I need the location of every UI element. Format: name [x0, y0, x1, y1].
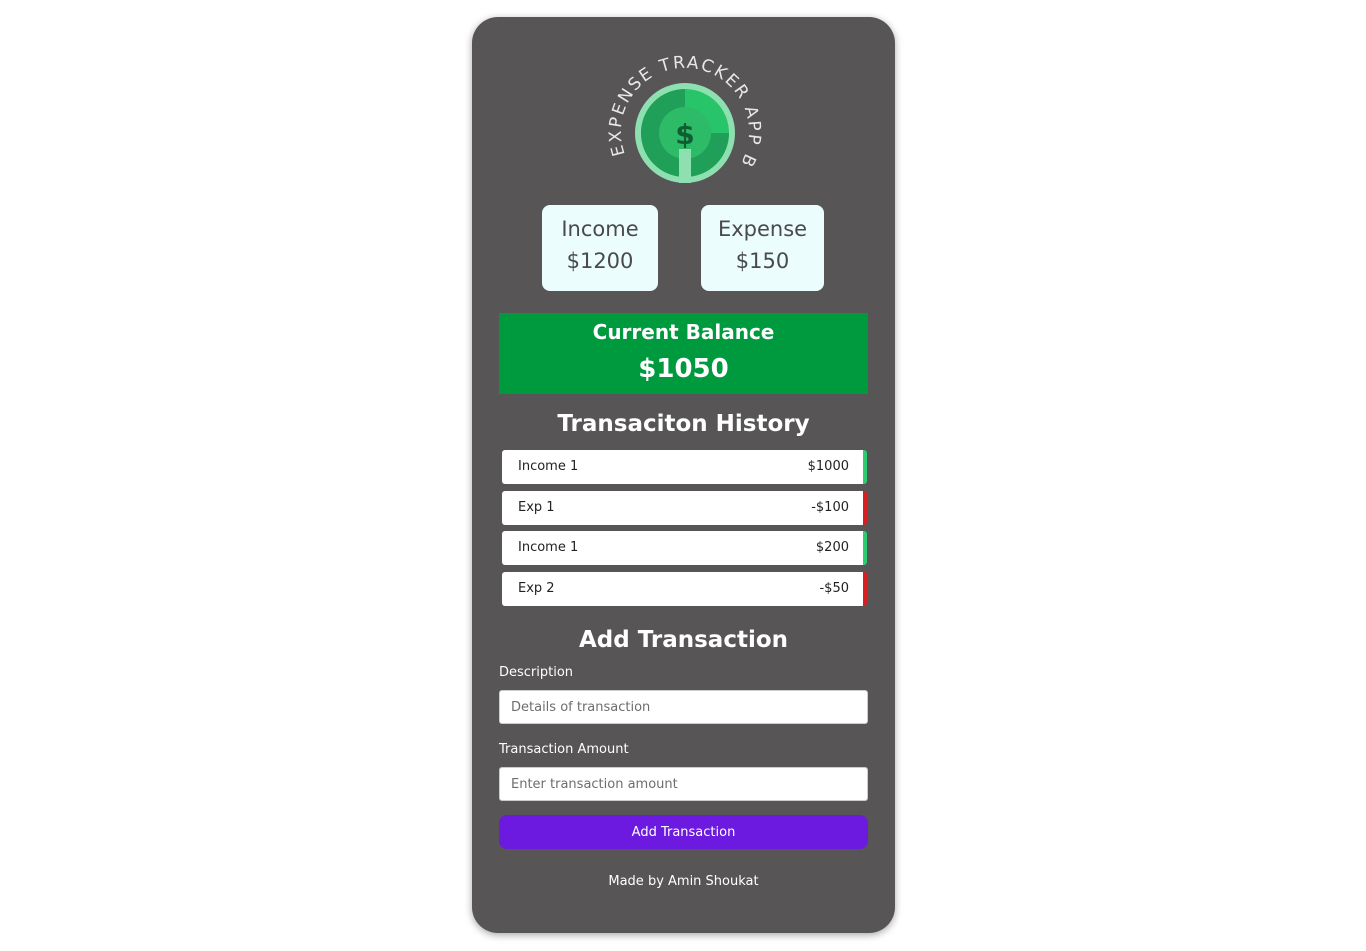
balance-label: Current Balance — [592, 320, 775, 344]
description-label: Description — [499, 665, 574, 680]
expense-card: Expense $150 — [701, 205, 824, 291]
transaction-item[interactable]: Exp 1 -$100 — [502, 490, 867, 525]
balance-value: $1050 — [638, 354, 729, 384]
transaction-item[interactable]: Income 1 $200 — [502, 531, 867, 565]
transaction-amount: $200 — [815, 540, 849, 555]
income-label: Income — [561, 217, 639, 241]
app-logo: EXPENSE TRACKER APP BY AMIN $ — [605, 41, 762, 183]
transaction-name: Exp 1 — [518, 499, 555, 515]
transaction-name: Exp 2 — [518, 580, 555, 596]
income-value: $1200 — [566, 249, 634, 273]
add-transaction-button[interactable]: Add Transaction — [499, 815, 868, 849]
transaction-item[interactable]: Exp 2 -$50 — [502, 571, 867, 606]
income-card: Income $1200 — [542, 205, 658, 291]
transaction-name: Income 1 — [518, 459, 579, 474]
logo-dial-stem — [679, 149, 691, 183]
transaction-amount-input[interactable] — [499, 767, 868, 801]
transaction-amount: $1000 — [807, 459, 849, 474]
description-input[interactable] — [499, 690, 868, 724]
transaction-amount: -$50 — [819, 580, 849, 596]
add-transaction-title: Add Transaction — [578, 627, 789, 653]
dollar-icon: $ — [675, 118, 694, 151]
transaction-item[interactable]: Income 1 $1000 — [502, 450, 867, 484]
expense-tracker-app: EXPENSE TRACKER APP BY AMIN $ Income $12… — [472, 17, 895, 933]
expense-label: Expense — [717, 217, 808, 241]
transaction-list: Income 1 $1000 Exp 1 -$100 Income 1 $200… — [502, 450, 867, 612]
transaction-amount: -$100 — [811, 499, 849, 515]
expense-value: $150 — [735, 249, 790, 273]
current-balance-panel: Current Balance $1050 — [499, 313, 868, 394]
transaction-history-title: Transaciton History — [557, 411, 810, 437]
transaction-name: Income 1 — [518, 540, 579, 555]
footer-credit: Made by Amin Shoukat — [608, 874, 759, 889]
transaction-amount-label: Transaction Amount — [499, 742, 629, 757]
